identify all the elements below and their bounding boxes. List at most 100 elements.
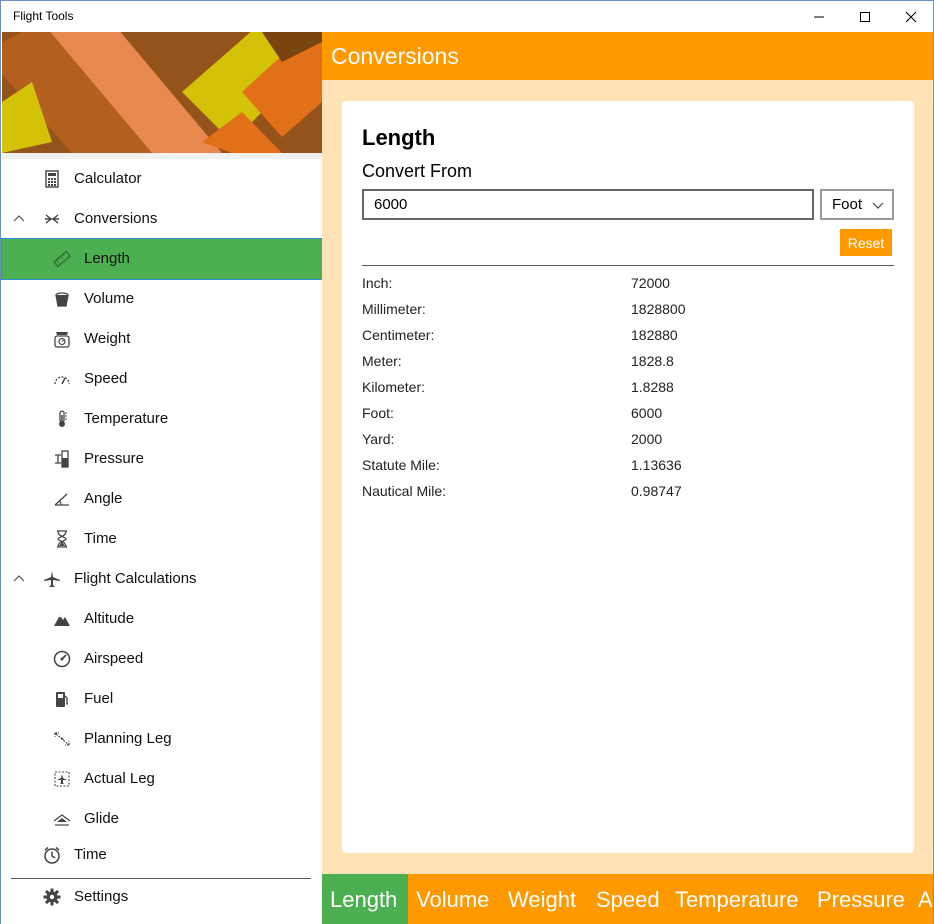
result-value: 6000 [631, 405, 663, 421]
sidebar-item-settings[interactable]: Settings [2, 877, 322, 917]
tab-volume[interactable]: Volume [416, 874, 489, 924]
maximize-button[interactable] [842, 1, 888, 32]
sidebar-item-label: Calculator [74, 170, 142, 187]
sidebar-item-altitude[interactable]: Altitude [2, 599, 322, 639]
angle-icon [54, 493, 69, 506]
results-divider [362, 265, 894, 266]
actual-leg-icon [54, 771, 70, 787]
sidebar-item-label: Temperature [84, 410, 169, 427]
conversion-tab-bar: Length Volume Weight Speed Temperature P… [322, 874, 933, 924]
tab-weight[interactable]: Weight [508, 874, 576, 924]
sidebar-item-label: Settings [74, 888, 129, 905]
minimize-icon [814, 16, 824, 17]
sidebar-item-actual-leg[interactable]: Actual Leg [2, 759, 322, 799]
result-row: Nautical Mile: 0.98747 [362, 481, 894, 507]
sidebar-item-label: Weight [84, 330, 131, 347]
result-row: Foot: 6000 [362, 403, 894, 429]
sidebar-item-label: Time [84, 530, 117, 547]
result-value: 1.8288 [631, 379, 674, 395]
bucket-icon [55, 292, 69, 307]
result-row: Yard: 2000 [362, 429, 894, 455]
sidebar-item-time[interactable]: Time [2, 835, 322, 875]
sidebar-item-label: Fuel [84, 690, 114, 707]
sidebar-item-label: Volume [84, 290, 135, 307]
unit-select[interactable]: Foot [820, 189, 894, 220]
title-bar: Flight Tools [1, 1, 933, 32]
sidebar-item-planning-leg[interactable]: Planning Leg [2, 719, 322, 759]
clock-icon [44, 846, 60, 864]
sidebar-item-label: Time [74, 846, 107, 863]
result-unit: Millimeter: [362, 301, 426, 317]
pressure-icon [55, 450, 69, 468]
sidebar-item-angle[interactable]: Angle [2, 479, 322, 519]
result-row: Centimeter: 182880 [362, 325, 894, 351]
sidebar-item-time-conversion[interactable]: Time [2, 519, 322, 559]
sidebar-group-flight-calculations[interactable]: Flight Calculations [2, 559, 322, 599]
chevron-down-icon [872, 202, 884, 209]
tab-length[interactable]: Length [322, 874, 408, 924]
result-unit: Meter: [362, 353, 402, 369]
main-content: Conversions Length Convert From 6000 Foo… [322, 32, 933, 924]
sidebar-item-calculator[interactable]: Calculator [2, 159, 322, 199]
sidebar-item-airspeed[interactable]: Airspeed [2, 639, 322, 679]
minimize-button[interactable] [796, 1, 842, 32]
sidebar-item-label: Angle [84, 490, 123, 507]
gauge-icon [53, 650, 71, 668]
scale-icon [54, 332, 70, 348]
tab-angle-partial[interactable]: A [918, 874, 933, 924]
airplane-icon [44, 571, 60, 587]
banner-art [2, 32, 322, 153]
sidebar-group-conversions[interactable]: Conversions [2, 199, 322, 239]
sidebar-item-label: Pressure [84, 450, 145, 467]
result-value: 182880 [631, 327, 678, 343]
gear-icon [43, 888, 61, 906]
sidebar: Calculator Conversions Length Volume Wei… [1, 32, 323, 924]
value-input[interactable]: 6000 [362, 189, 814, 220]
result-row: Statute Mile: 1.13636 [362, 455, 894, 481]
result-row: Inch: 72000 [362, 273, 894, 299]
conversion-card: Length Convert From 6000 Foot Reset Inch… [342, 101, 914, 853]
result-row: Meter: 1828.8 [362, 351, 894, 377]
planning-leg-icon [54, 732, 70, 746]
sidebar-item-volume[interactable]: Volume [2, 279, 322, 319]
tab-speed[interactable]: Speed [596, 874, 660, 924]
sidebar-item-label: Flight Calculations [74, 570, 197, 587]
result-unit: Statute Mile: [362, 457, 440, 473]
page-title: Conversions [331, 43, 459, 69]
result-unit: Foot: [362, 405, 394, 421]
result-unit: Yard: [362, 431, 395, 447]
result-unit: Centimeter: [362, 327, 435, 343]
sidebar-item-label: Altitude [84, 610, 135, 627]
sidebar-item-label: Glide [84, 810, 120, 827]
chevron-up-icon [13, 215, 25, 222]
sidebar-item-temperature[interactable]: Temperature [2, 399, 322, 439]
close-icon [905, 11, 917, 22]
tab-temperature[interactable]: Temperature [675, 874, 799, 924]
sidebar-item-label: Airspeed [84, 650, 144, 667]
sidebar-item-weight[interactable]: Weight [2, 319, 322, 359]
tab-pressure[interactable]: Pressure [817, 874, 905, 924]
app-window: Flight Tools Calculator Conversions Leng… [0, 0, 934, 924]
sidebar-item-label: Actual Leg [84, 770, 155, 787]
sidebar-item-speed[interactable]: Speed [2, 359, 322, 399]
card-title: Length [362, 125, 436, 150]
sidebar-item-label: Length [84, 250, 130, 267]
sidebar-item-label: Speed [84, 370, 128, 387]
page-header: Conversions [322, 32, 933, 80]
speedometer-icon [54, 376, 70, 385]
fuel-pump-icon [56, 692, 68, 707]
hourglass-icon [57, 530, 67, 548]
sidebar-item-glide[interactable]: Glide [2, 799, 322, 839]
sidebar-item-label: Conversions [74, 210, 158, 227]
close-button[interactable] [888, 1, 934, 32]
result-unit: Kilometer: [362, 379, 426, 395]
results-list: Inch: 72000 Millimeter: 1828800 Centimeter… [362, 273, 894, 507]
glide-icon [53, 814, 71, 826]
sidebar-item-fuel[interactable]: Fuel [2, 679, 322, 719]
result-value: 1828800 [631, 301, 686, 317]
window-title: Flight Tools [13, 9, 74, 23]
sidebar-item-length[interactable]: Length [1, 238, 323, 280]
reset-button[interactable]: Reset [840, 229, 892, 256]
chevron-up-icon [13, 575, 25, 582]
sidebar-item-pressure[interactable]: Pressure [2, 439, 322, 479]
